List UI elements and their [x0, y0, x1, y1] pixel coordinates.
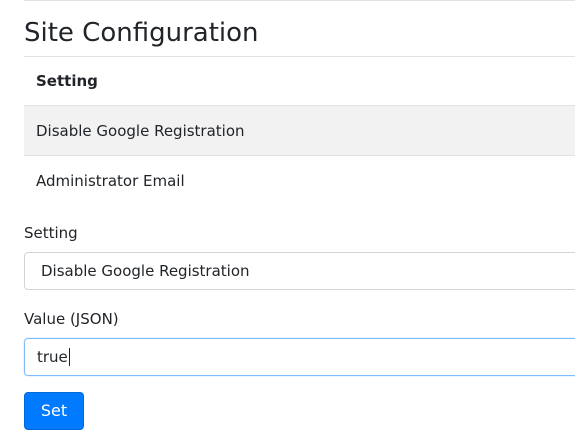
- table-cell-setting[interactable]: Administrator Email: [24, 155, 575, 205]
- table-header-row: Setting: [24, 56, 575, 106]
- value-json-input[interactable]: true: [24, 338, 575, 376]
- setting-label: Setting: [24, 224, 78, 242]
- table-cell-setting[interactable]: Disable Google Registration: [24, 105, 575, 156]
- set-button[interactable]: Set: [24, 392, 84, 430]
- setting-select-value: Disable Google Registration: [41, 262, 250, 280]
- table-row[interactable]: Disable Google Registration: [24, 105, 575, 156]
- page-title: Site Configuration: [24, 18, 259, 48]
- top-divider: [24, 0, 575, 1]
- value-json-text: true: [37, 348, 68, 366]
- column-header-setting: Setting: [24, 56, 575, 106]
- setting-select[interactable]: Disable Google Registration: [24, 252, 575, 290]
- value-json-label: Value (JSON): [24, 310, 119, 328]
- text-cursor: [68, 347, 70, 366]
- settings-table: Setting Disable Google Registration Admi…: [24, 56, 575, 205]
- site-configuration-page: Site Configuration Setting Disable Googl…: [0, 0, 575, 442]
- table-row[interactable]: Administrator Email: [24, 155, 575, 205]
